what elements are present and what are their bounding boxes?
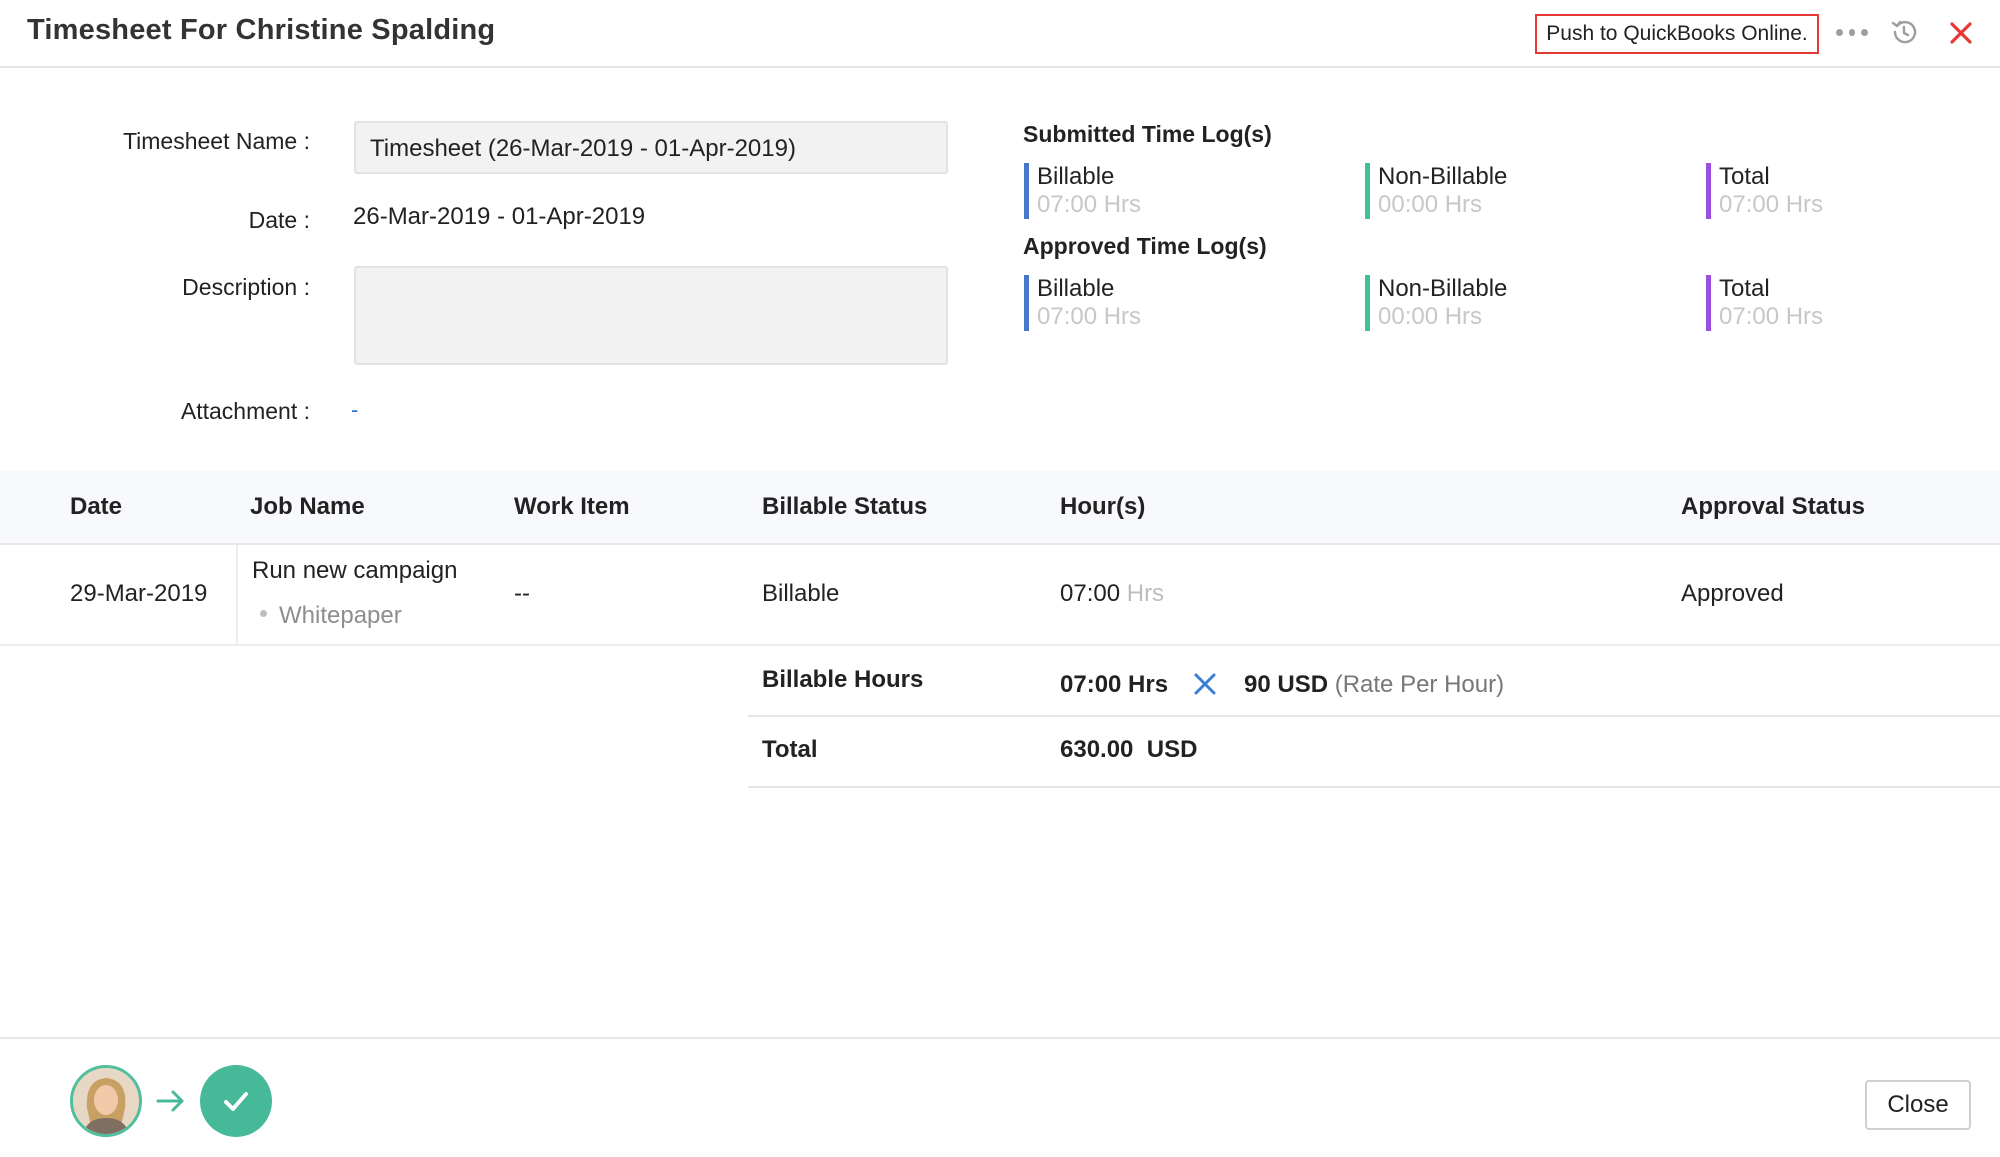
row-date: 29-Mar-2019	[70, 580, 208, 607]
billable-hours-value: 07:00 Hrs	[1060, 671, 1169, 698]
row-approval-status: Approved	[1681, 580, 1784, 607]
nonbillable-bar	[1365, 275, 1370, 331]
approved-nonbillable: Non-Billable 00:00 Hrs	[1365, 275, 1507, 331]
dialog-header: Timesheet For Christine Spalding Push to…	[0, 0, 2000, 68]
close-button[interactable]: Close	[1865, 1080, 1971, 1130]
approved-heading: Approved Time Log(s)	[1023, 233, 1267, 259]
bullet-icon	[260, 610, 267, 618]
column-job-name: Job Name	[250, 493, 365, 520]
arrow-right-icon	[156, 1090, 184, 1112]
dialog-title: Timesheet For Christine Spalding	[27, 14, 496, 46]
column-approval-status: Approval Status	[1681, 493, 1866, 520]
submitted-billable: Billable 07:00 Hrs	[1024, 163, 1141, 219]
check-icon	[224, 1092, 248, 1111]
rate: 90 USD (Rate Per Hour)	[1244, 671, 1504, 699]
approved-status-badge	[200, 1065, 272, 1137]
approved-billable-value: 07:00 Hrs	[1037, 303, 1142, 330]
approved-billable: Billable 07:00 Hrs	[1024, 275, 1141, 331]
approved-nonbillable-value: 00:00 Hrs	[1378, 303, 1483, 330]
description-label: Description :	[182, 274, 310, 300]
row-hours-unit: Hrs	[1126, 580, 1165, 607]
approved-billable-label: Billable	[1037, 275, 1115, 302]
date-label: Date :	[248, 207, 310, 233]
timesheet-name-value: Timesheet (26-Mar-2019 - 01-Apr-2019)	[370, 135, 796, 162]
billable-bar	[1024, 163, 1029, 219]
billable-hours-label: Billable Hours	[762, 666, 924, 693]
approved-total-value: 07:00 Hrs	[1719, 303, 1824, 330]
date-value: 26-Mar-2019 - 01-Apr-2019	[353, 203, 646, 230]
timesheet-name-label: Timesheet Name :	[122, 128, 310, 154]
close-icon[interactable]	[1946, 18, 1976, 48]
rate-value: 90 USD	[1244, 671, 1329, 698]
approved-total: Total 07:00 Hrs	[1706, 275, 1823, 331]
table-row: 29-Mar-2019 Run new campaign Whitepaper …	[0, 545, 2000, 646]
attachment-label: Attachment :	[180, 398, 310, 424]
row-job-name: Run new campaign	[252, 557, 458, 584]
submitted-total-value: 07:00 Hrs	[1719, 191, 1824, 218]
summary-divider	[748, 786, 2000, 788]
row-hours: 07:00 Hrs	[1060, 580, 1164, 608]
submitted-total-label: Total	[1719, 163, 1770, 190]
total-bar	[1706, 163, 1711, 219]
column-work-item: Work Item	[514, 493, 630, 520]
submitted-billable-label: Billable	[1037, 163, 1115, 190]
history-icon[interactable]	[1888, 16, 1920, 48]
row-task: Whitepaper	[260, 602, 402, 630]
avatar	[70, 1065, 142, 1137]
more-icon[interactable]	[1836, 24, 1869, 40]
column-date: Date	[70, 493, 123, 520]
approved-nonbillable-label: Non-Billable	[1378, 275, 1508, 302]
row-task-name: Whitepaper	[279, 602, 402, 629]
row-work-item: --	[514, 580, 530, 607]
submitted-nonbillable: Non-Billable 00:00 Hrs	[1365, 163, 1507, 219]
approved-total-label: Total	[1719, 275, 1770, 302]
total-bar	[1706, 275, 1711, 331]
dialog-footer	[0, 1037, 2000, 1157]
submitted-heading: Submitted Time Log(s)	[1023, 121, 1272, 147]
table-header: Date Job Name Work Item Billable Status …	[0, 471, 2000, 545]
summary-divider	[748, 715, 2000, 717]
total-label: Total	[762, 736, 818, 763]
row-billable-status: Billable	[762, 580, 840, 607]
avatar-image	[73, 1068, 139, 1134]
row-hours-value: 07:00	[1060, 580, 1121, 607]
column-hours: Hour(s)	[1060, 493, 1146, 520]
rate-note: (Rate Per Hour)	[1334, 671, 1505, 698]
nonbillable-bar	[1365, 163, 1370, 219]
total-value: 630.00 USD	[1060, 736, 1198, 763]
submitted-billable-value: 07:00 Hrs	[1037, 191, 1142, 218]
submitted-total: Total 07:00 Hrs	[1706, 163, 1823, 219]
push-to-quickbooks-button[interactable]: Push to QuickBooks Online.	[1535, 14, 1819, 54]
submitted-nonbillable-label: Non-Billable	[1378, 163, 1508, 190]
row-divider	[236, 545, 238, 645]
column-billable-status: Billable Status	[762, 493, 928, 520]
submitted-nonbillable-value: 00:00 Hrs	[1378, 191, 1483, 218]
multiply-icon	[1194, 673, 1216, 695]
description-textarea[interactable]	[354, 266, 948, 365]
timesheet-name-input[interactable]: Timesheet (26-Mar-2019 - 01-Apr-2019)	[354, 121, 948, 174]
billable-bar	[1024, 275, 1029, 331]
attachment-link[interactable]: -	[351, 397, 358, 423]
